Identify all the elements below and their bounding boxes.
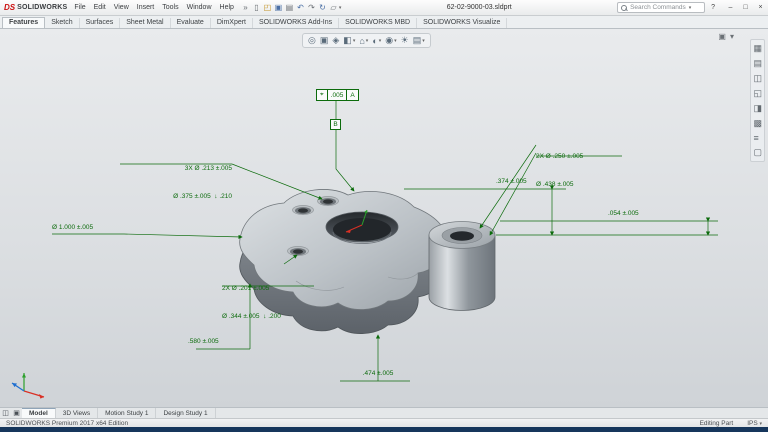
graphics-area[interactable]: ◎ ▣ ◈ ◧▾ ⌂▾ ◐▾ ◉▾ ☀ ▤▾ ▣ ▾ ▦ ▤ ◫ ◱ ◨ ▩ ≡… bbox=[0, 29, 768, 407]
tab-model[interactable]: Model bbox=[22, 408, 56, 418]
datum-feature-b[interactable]: B bbox=[330, 119, 341, 130]
tab-solidworks-mbd[interactable]: SOLIDWORKS MBD bbox=[339, 18, 417, 28]
dim-580[interactable]: .580 ±.005 bbox=[188, 337, 219, 346]
gtol-datum-ref: A bbox=[347, 90, 357, 100]
edit-appearance-icon[interactable]: ☀ bbox=[401, 35, 409, 46]
display-style-icon[interactable]: ◐▾ bbox=[372, 36, 381, 46]
view-orientation-icon[interactable]: ⌂▾ bbox=[359, 36, 368, 46]
right-toolbar-icon-4[interactable]: ◱ bbox=[753, 88, 762, 99]
close-button[interactable]: × bbox=[753, 4, 768, 11]
search-commands-box[interactable]: Search Commands ▾ bbox=[617, 2, 705, 13]
apply-scene-icon[interactable]: ▤▾ bbox=[413, 35, 425, 46]
menu-item-edit[interactable]: Edit bbox=[94, 4, 106, 11]
minimize-button[interactable]: – bbox=[723, 4, 738, 11]
window-controls: – □ × bbox=[723, 4, 768, 11]
search-input[interactable]: Search Commands bbox=[630, 4, 686, 11]
geometric-tolerance-frame[interactable]: ⌖ .005 A bbox=[316, 89, 359, 101]
menu-item-help[interactable]: Help bbox=[220, 4, 234, 11]
help-button[interactable]: ? bbox=[711, 4, 715, 11]
pane-icon[interactable]: ▣ bbox=[718, 32, 726, 41]
redo-icon[interactable]: ↷ bbox=[306, 3, 317, 12]
menu-item-view[interactable]: View bbox=[114, 4, 129, 11]
right-toolbar-icon-3[interactable]: ◫ bbox=[753, 73, 762, 84]
menu-item-file[interactable]: File bbox=[74, 4, 85, 11]
status-bar: SOLIDWORKS Premium 2017 x64 Edition Edit… bbox=[0, 418, 768, 427]
note-lower-left[interactable]: 2X Ø .201 ±.005 Ø .344 ±.005 ↓ .200 bbox=[222, 265, 281, 340]
titlebar: DS SOLIDWORKS File Edit View Insert Tool… bbox=[0, 0, 768, 16]
document-title: 62-02-9000-03.sldprt bbox=[341, 4, 617, 11]
units-caret-icon: ▾ bbox=[759, 421, 762, 427]
zoom-to-area-icon[interactable]: ▣ bbox=[320, 35, 329, 46]
new-document-icon[interactable]: ▯ bbox=[251, 3, 262, 12]
boss-cylinder[interactable] bbox=[429, 222, 495, 311]
dim-474[interactable]: .474 ±.005 bbox=[346, 369, 410, 378]
dim-374[interactable]: .374 ±.005 bbox=[496, 177, 527, 186]
tab-motion-study-1[interactable]: Motion Study 1 bbox=[98, 408, 156, 418]
counterbore-hole-3[interactable] bbox=[288, 246, 309, 255]
note-upper-left[interactable]: 3X Ø .213 ±.005 Ø .375 ±.005 ↓ .210 bbox=[118, 145, 232, 220]
command-manager-tabs: Features Sketch Surfaces Sheet Metal Eva… bbox=[0, 16, 768, 29]
dim-054[interactable]: .054 ±.005 bbox=[608, 209, 639, 218]
note-upper-right[interactable]: 2X Ø .250 ±.005 Ø .438 ±.005 bbox=[536, 133, 583, 208]
tab-features[interactable]: Features bbox=[2, 17, 45, 28]
tab-solidworks-add-ins[interactable]: SOLIDWORKS Add-Ins bbox=[253, 18, 339, 28]
zoom-fit-icon[interactable]: ◎ bbox=[308, 35, 316, 46]
status-editing-mode: Editing Part bbox=[700, 420, 734, 427]
tab-solidworks-visualize[interactable]: SOLIDWORKS Visualize bbox=[417, 18, 507, 28]
rebuild-icon[interactable]: ↻ bbox=[317, 3, 328, 12]
view-orientation-triad bbox=[12, 373, 44, 399]
configuration-tab-bar: ◫ ▣ Model 3D Views Motion Study 1 Design… bbox=[0, 407, 768, 418]
tab-sheet-metal[interactable]: Sheet Metal bbox=[120, 18, 170, 28]
right-toolbar: ▦ ▤ ◫ ◱ ◨ ▩ ≡ ▢ bbox=[750, 39, 765, 162]
viewport-corner-icons: ▣ ▾ bbox=[718, 32, 734, 41]
3d-part-canvas[interactable] bbox=[0, 29, 768, 407]
solidworks-logo-text: SOLIDWORKS bbox=[17, 4, 67, 11]
menu-bar: File Edit View Insert Tools Window Help bbox=[74, 4, 234, 11]
solidworks-window: DS SOLIDWORKS File Edit View Insert Tool… bbox=[0, 0, 768, 432]
solidworks-logo-icon: DS bbox=[4, 3, 15, 12]
taskbar-strip bbox=[0, 427, 768, 432]
units-selector[interactable]: IPS ▾ bbox=[747, 420, 762, 427]
previous-view-icon[interactable]: ◈ bbox=[332, 35, 339, 46]
status-edition: SOLIDWORKS Premium 2017 x64 Edition bbox=[6, 420, 128, 427]
heads-up-view-toolbar: ◎ ▣ ◈ ◧▾ ⌂▾ ◐▾ ◉▾ ☀ ▤▾ bbox=[302, 33, 431, 48]
pane-caret-icon[interactable]: ▾ bbox=[730, 32, 734, 41]
open-document-icon[interactable]: ◰ bbox=[262, 3, 273, 12]
tab-evaluate[interactable]: Evaluate bbox=[171, 18, 211, 28]
right-toolbar-icon-5[interactable]: ◨ bbox=[753, 103, 762, 114]
save-icon[interactable]: ▣ bbox=[273, 3, 284, 12]
tab-surfaces[interactable]: Surfaces bbox=[80, 18, 121, 28]
print-icon[interactable]: ▤ bbox=[284, 3, 295, 12]
counterbore-hole-1[interactable] bbox=[293, 205, 314, 214]
menu-item-insert[interactable]: Insert bbox=[137, 4, 155, 11]
file-properties-icon[interactable]: ▱ bbox=[328, 3, 339, 12]
menu-overflow-icon[interactable]: » bbox=[240, 3, 251, 12]
dim-diameter-left[interactable]: Ø 1.000 ±.005 bbox=[52, 223, 93, 232]
section-view-icon[interactable]: ◧▾ bbox=[343, 35, 355, 46]
menu-item-window[interactable]: Window bbox=[187, 4, 212, 11]
gtol-symbol: ⌖ bbox=[317, 90, 328, 100]
tab-dimxpert[interactable]: DimXpert bbox=[211, 18, 253, 28]
hide-show-items-icon[interactable]: ◉▾ bbox=[385, 35, 396, 46]
right-toolbar-icon-2[interactable]: ▤ bbox=[753, 58, 762, 69]
tab-sketch[interactable]: Sketch bbox=[45, 18, 79, 28]
menu-item-tools[interactable]: Tools bbox=[162, 4, 178, 11]
search-caret-icon[interactable]: ▾ bbox=[689, 5, 692, 11]
pane-layout-icon[interactable]: ▣ bbox=[11, 409, 22, 417]
split-pane-icon[interactable]: ◫ bbox=[0, 409, 11, 417]
counterbore-hole-2[interactable] bbox=[318, 196, 339, 205]
right-toolbar-icon-8[interactable]: ▢ bbox=[753, 147, 762, 158]
maximize-button[interactable]: □ bbox=[738, 4, 753, 11]
search-icon bbox=[621, 5, 627, 11]
gtol-value: .005 bbox=[328, 90, 348, 100]
right-toolbar-icon-1[interactable]: ▦ bbox=[753, 43, 762, 54]
tab-3d-views[interactable]: 3D Views bbox=[56, 408, 98, 418]
right-toolbar-icon-7[interactable]: ≡ bbox=[753, 133, 762, 143]
undo-icon[interactable]: ↶ bbox=[295, 3, 306, 12]
right-toolbar-icon-6[interactable]: ▩ bbox=[753, 118, 762, 129]
tab-design-study-1[interactable]: Design Study 1 bbox=[156, 408, 215, 418]
